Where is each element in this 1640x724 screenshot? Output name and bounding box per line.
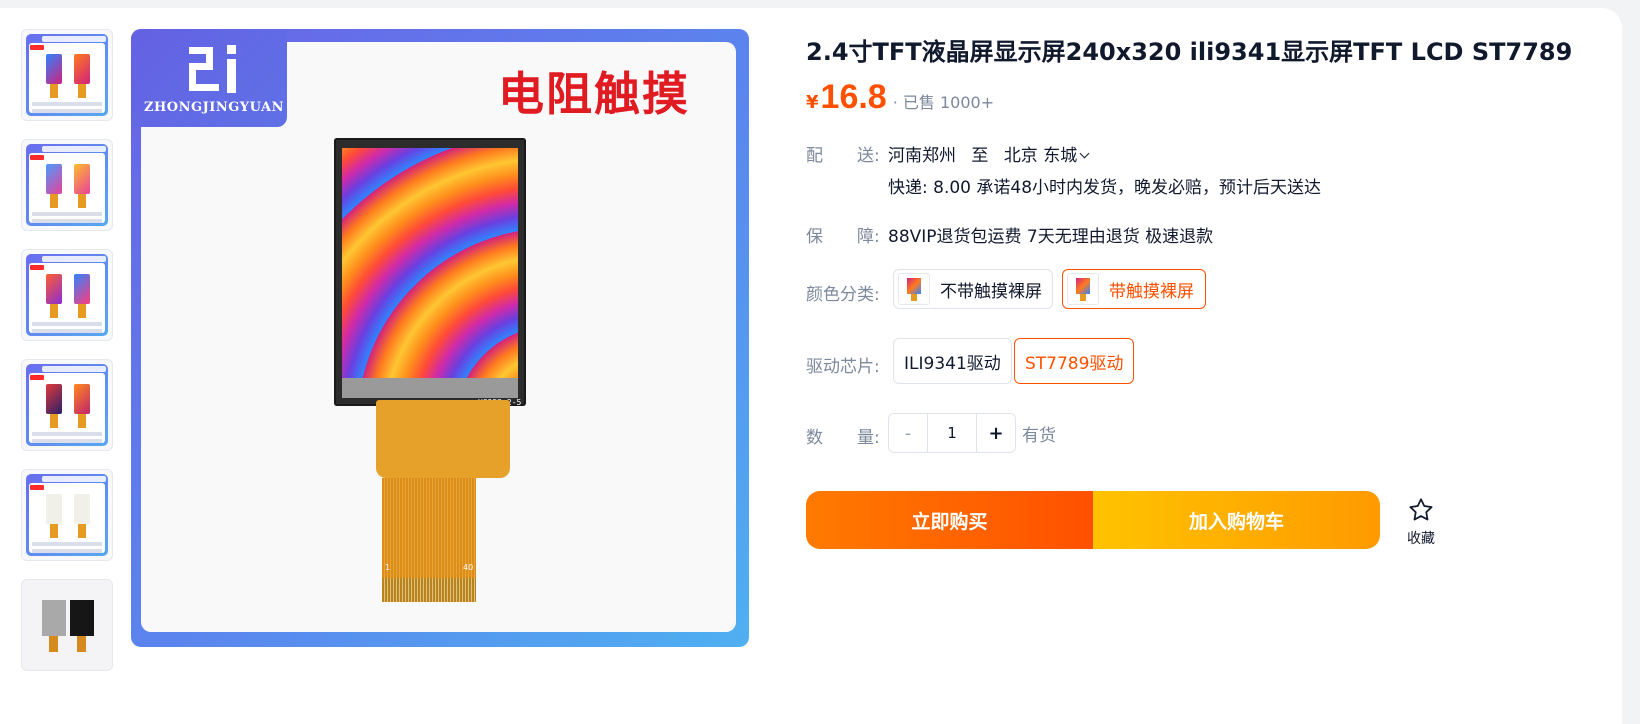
favorite-button[interactable]: 收藏 xyxy=(1402,496,1440,548)
thumbnail-3[interactable] xyxy=(21,249,113,341)
color-label: 颜色分类: xyxy=(806,285,880,305)
fpc-pins xyxy=(382,578,476,602)
star-icon xyxy=(1409,498,1433,521)
quantity-input[interactable]: 1 xyxy=(928,414,976,452)
shipping-from: 河南郑州 xyxy=(888,146,956,166)
chevron-down-icon[interactable] xyxy=(1079,148,1090,159)
guarantee-label: 保 障: xyxy=(806,227,880,247)
option-label: ST7789驱动 xyxy=(1025,353,1124,374)
option-label: 不带触摸裸屏 xyxy=(940,281,1042,302)
thumbnail-4[interactable] xyxy=(21,359,113,451)
buy-now-button[interactable]: 立即购买 xyxy=(806,491,1093,549)
quantity-decrease-button[interactable]: - xyxy=(889,414,928,452)
sold-count: · 已售 1000+ xyxy=(892,93,995,112)
option-label: 带触摸裸屏 xyxy=(1109,281,1194,302)
shipping-to-word: 至 xyxy=(971,146,989,166)
shipping-label: 配 送: xyxy=(806,146,880,166)
shipping-detail: 快递: 8.00 承诺48小时内发货，晚发必赔，预计后天送达 xyxy=(888,178,1322,198)
guarantee-text: 88VIP退货包运费 7天无理由退货 极速退款 xyxy=(888,227,1214,247)
quantity-label: 数 量: xyxy=(806,428,880,448)
thumbnail-1[interactable] xyxy=(21,29,113,121)
driver-option-ili9341[interactable]: ILI9341驱动 xyxy=(893,338,1012,384)
thumbnail-6[interactable] xyxy=(21,579,113,671)
option-thumbnail xyxy=(898,273,930,305)
quantity-stepper: - 1 + xyxy=(888,413,1016,453)
quantity-increase-button[interactable]: + xyxy=(976,414,1015,452)
color-option-touch[interactable]: 带触摸裸屏 xyxy=(1062,269,1206,309)
product-title: 2.4寸TFT液晶屏显示屏240x320 ili9341显示屏TFT LCD S… xyxy=(806,38,1573,66)
lcd-screen-image xyxy=(342,148,518,378)
driver-option-st7789[interactable]: ST7789驱动 xyxy=(1014,338,1135,384)
thumbnail-list xyxy=(21,29,113,689)
brand-name: ZHONGJINGYUAN xyxy=(144,100,284,115)
thumbnail-2[interactable] xyxy=(21,139,113,231)
touch-type-label: 电阻触摸 xyxy=(498,67,690,121)
thumbnail-5[interactable] xyxy=(21,469,113,561)
fpc-cable-top xyxy=(376,400,510,478)
favorite-label: 收藏 xyxy=(1407,531,1435,547)
driver-label: 驱动芯片: xyxy=(806,357,880,377)
purchase-buttons: 立即购买 加入购物车 xyxy=(806,491,1380,549)
currency-symbol: ¥ xyxy=(806,92,819,113)
price-row: ¥ 16.8 · 已售 1000+ xyxy=(806,78,994,117)
brand-logo-icon xyxy=(189,45,236,93)
color-option-no-touch[interactable]: 不带触摸裸屏 xyxy=(893,269,1053,309)
option-thumbnail xyxy=(1067,273,1099,305)
stock-status: 有货 xyxy=(1022,426,1056,446)
pin-last-label: 40 xyxy=(463,563,474,572)
option-label: ILI9341驱动 xyxy=(904,353,1001,374)
lcd-screen-border xyxy=(342,378,518,398)
shipping-destination[interactable]: 北京 东城 xyxy=(1004,146,1077,166)
add-to-cart-button[interactable]: 加入购物车 xyxy=(1093,491,1380,549)
pin-first-label: 1 xyxy=(385,563,391,572)
shipping-route: 河南郑州 至 北京 东城 xyxy=(888,141,1090,166)
price: 16.8 xyxy=(820,78,887,116)
